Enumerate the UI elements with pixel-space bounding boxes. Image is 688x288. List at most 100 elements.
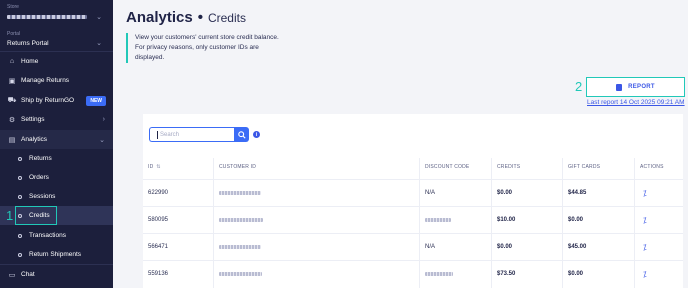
chevron-right-icon: › — [102, 116, 105, 123]
info-line: For privacy reasons, only customer IDs a… — [135, 44, 259, 61]
sidebar-subitem-transactions[interactable]: Transactions — [0, 226, 113, 245]
page-title: Analytics • Credits — [126, 9, 246, 26]
bullet-icon — [18, 156, 22, 161]
sidebar-item-label: Analytics — [21, 136, 48, 143]
chart-icon: ▤ — [8, 136, 16, 144]
cell-customer-id-redacted — [219, 244, 261, 251]
cell-id: 622990 — [148, 190, 169, 196]
bullet-icon — [18, 233, 22, 238]
cell-id: 559136 — [148, 271, 169, 277]
sidebar-item-label: Sessions — [29, 193, 56, 200]
sidebar-subitem-orders[interactable]: Orders — [0, 168, 113, 187]
last-report-link[interactable]: Last report 14 Oct 2025 09:21 AM — [587, 99, 685, 106]
column-header-credits: CREDITS — [497, 164, 521, 170]
search-placeholder: Search — [160, 131, 180, 138]
sidebar-item-label: Returns — [29, 155, 52, 162]
search-button[interactable] — [234, 127, 249, 142]
cell-gift-cards: $44.85 — [568, 190, 587, 196]
cell-discount-code-redacted — [425, 217, 451, 224]
returns-box-icon: ▣ — [8, 77, 16, 85]
column-header-customer-id: CUSTOMER ID — [219, 164, 257, 170]
cell-credits: $73.50 — [497, 271, 516, 277]
store-name-redacted — [7, 15, 87, 19]
sidebar-item-label: Manage Returns — [21, 77, 70, 84]
table-row: 559136 $73.50 $0.00 ⁒ — [143, 260, 683, 287]
header-label: ID — [148, 164, 154, 170]
callout-highlight-credits — [15, 206, 57, 225]
sidebar-item-manage-returns[interactable]: ▣ Manage Returns — [0, 71, 113, 90]
sidebar-item-chat[interactable]: ▭ Chat — [0, 265, 113, 284]
sidebar-item-label: Ship by ReturnGO — [21, 97, 75, 104]
sidebar-item-ship-by-returngo[interactable]: ⛟ Ship by ReturnGO NEW — [0, 91, 113, 110]
cell-gift-cards: $0.00 — [568, 271, 584, 277]
info-icon[interactable]: i — [253, 131, 260, 138]
document-icon — [616, 83, 623, 91]
gear-icon: ⚙ — [8, 116, 16, 124]
chat-bubble-icon: ▭ — [8, 271, 16, 279]
page-subtitle: Credits — [207, 11, 246, 25]
sidebar-item-home[interactable]: ⌂ Home — [0, 52, 113, 71]
cell-discount-code-redacted — [425, 271, 453, 278]
portal-select[interactable]: Returns Portal ⌄ — [7, 38, 102, 48]
sidebar: Store ⌄ Portal Returns Portal ⌄ ⌂ Home ▣… — [0, 0, 113, 288]
cell-id: 580095 — [148, 217, 169, 223]
text-cursor — [157, 130, 158, 139]
sidebar-subitem-return-shipments[interactable]: Return Shipments — [0, 245, 113, 264]
store-label: Store — [7, 4, 19, 10]
cell-discount-code: N/A — [425, 244, 436, 250]
cell-id: 566471 — [148, 244, 169, 250]
credits-table-card: Search i ID ⇅ CUSTOMER ID DISCOUNT CODE C… — [143, 114, 683, 288]
sidebar-subitem-sessions[interactable]: Sessions — [0, 187, 113, 206]
title-separator: • — [197, 9, 203, 26]
search-input[interactable]: Search — [149, 127, 234, 142]
sidebar-item-label: Return Shipments — [29, 251, 82, 258]
bullet-icon — [18, 252, 22, 257]
adjust-credits-icon[interactable]: ⁒ — [643, 189, 647, 198]
bullet-icon — [18, 175, 22, 180]
callout-number-2: 2 — [575, 79, 583, 94]
new-badge: NEW — [86, 95, 106, 106]
adjust-credits-icon[interactable]: ⁒ — [643, 270, 647, 279]
report-button-label: REPORT — [628, 84, 655, 90]
cell-credits: $0.00 — [497, 244, 513, 250]
page-title-main: Analytics — [126, 9, 193, 26]
portal-value: Returns Portal — [7, 39, 49, 47]
cell-gift-cards: $45.00 — [568, 244, 587, 250]
cell-discount-code: N/A — [425, 190, 436, 196]
home-icon: ⌂ — [9, 58, 15, 65]
cell-credits: $0.00 — [497, 190, 513, 196]
table-row: 580095 $10.00 $0.00 ⁒ — [143, 206, 683, 233]
sidebar-item-label: Chat — [21, 271, 35, 278]
sort-icon: ⇅ — [156, 164, 161, 170]
cell-customer-id-redacted — [219, 271, 262, 278]
search-icon — [237, 130, 246, 139]
column-header-id[interactable]: ID ⇅ — [148, 164, 161, 170]
chevron-down-icon: ⌄ — [96, 14, 102, 21]
bullet-icon — [18, 194, 22, 199]
chevron-down-icon: ⌄ — [99, 136, 105, 144]
callout-number-1: 1 — [6, 208, 14, 223]
report-button[interactable]: REPORT — [586, 77, 685, 97]
cell-gift-cards: $0.00 — [568, 217, 584, 223]
adjust-credits-icon[interactable]: ⁒ — [643, 243, 647, 252]
chevron-down-icon: ⌄ — [96, 40, 102, 47]
sidebar-item-analytics[interactable]: ▤ Analytics ⌄ — [0, 130, 113, 149]
cell-customer-id-redacted — [219, 217, 263, 224]
table-row: 566471 N/A $0.00 $45.00 ⁒ — [143, 233, 683, 260]
sidebar-subitem-returns[interactable]: Returns — [0, 149, 113, 168]
portal-label: Portal — [7, 31, 21, 37]
adjust-credits-icon[interactable]: ⁒ — [643, 216, 647, 225]
info-note: View your customers' current store credi… — [126, 33, 286, 63]
store-select[interactable]: ⌄ — [7, 12, 102, 22]
column-header-discount-code: DISCOUNT CODE — [425, 164, 470, 170]
cell-customer-id-redacted — [219, 190, 261, 197]
table-row: 622990 N/A $0.00 $44.85 ⁒ — [143, 179, 683, 206]
sidebar-item-label: Orders — [29, 174, 49, 181]
cell-credits: $10.00 — [497, 217, 516, 223]
info-line: View your customers' current store credi… — [135, 34, 279, 41]
sidebar-item-label: Settings — [21, 116, 45, 123]
sidebar-item-settings[interactable]: ⚙ Settings › — [0, 110, 113, 129]
sidebar-item-label: Home — [21, 58, 39, 65]
column-header-actions: ACTIONS — [640, 164, 664, 170]
column-header-gift-cards: GIFT CARDS — [568, 164, 601, 170]
